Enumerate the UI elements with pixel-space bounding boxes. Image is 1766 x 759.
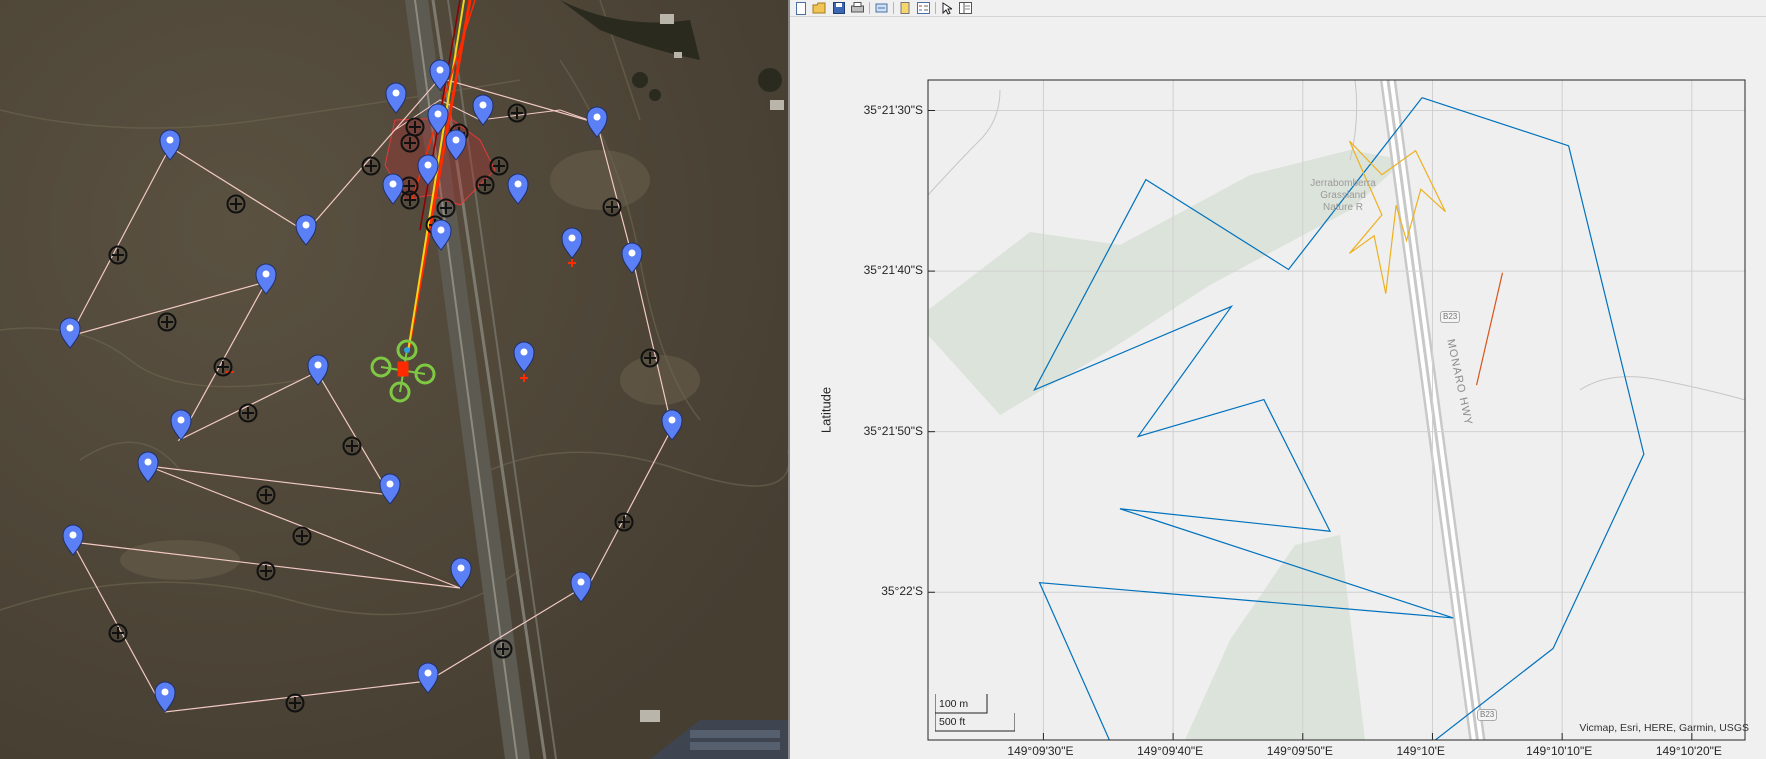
y-tick-label: 35°22'S [881, 584, 923, 599]
scale-bar: 100 m 500 ft [935, 694, 1015, 732]
reserve-label-line: Jerrabomberra [1310, 178, 1376, 189]
satellite-map-canvas [0, 0, 788, 759]
x-tick-label: 149°09'30"E [1007, 744, 1074, 758]
x-tick-label: 149°10'10"E [1526, 744, 1593, 758]
scale-metric-label: 100 m [939, 698, 969, 710]
figure-window: 149°09'30"E 149°09'40"E 149°09'50"E 149°10'… [790, 0, 1766, 759]
highway-shield-bottom: B23 [1477, 709, 1498, 721]
y-tick-label: 35°21'30"S [863, 102, 923, 117]
y-tick-label: 35°21'50"S [863, 423, 923, 438]
satellite-map-view[interactable] [0, 0, 788, 759]
x-tick-label: 149°10'20"E [1655, 744, 1722, 758]
basemap-attribution: Vicmap, Esri, HERE, Garmin, USGS [1579, 722, 1749, 734]
x-tick-label: 149°09'50"E [1266, 744, 1333, 758]
y-axis-label: Latitude [818, 386, 834, 434]
reserve-label-line: Nature R [1322, 202, 1363, 213]
reserve-label: Jerrabomberra Grassland Nature R [1298, 178, 1388, 214]
x-tick-label: 149°09'40"E [1137, 744, 1204, 758]
map-axes[interactable] [790, 0, 1766, 759]
y-tick-label: 35°21'40"S [863, 263, 923, 278]
x-tick-label: 149°10'E [1396, 744, 1445, 758]
reserve-label-line: Grassland [1320, 190, 1366, 201]
scale-imperial-label: 500 ft [939, 716, 966, 728]
highway-shield-top: B23 [1440, 311, 1461, 323]
